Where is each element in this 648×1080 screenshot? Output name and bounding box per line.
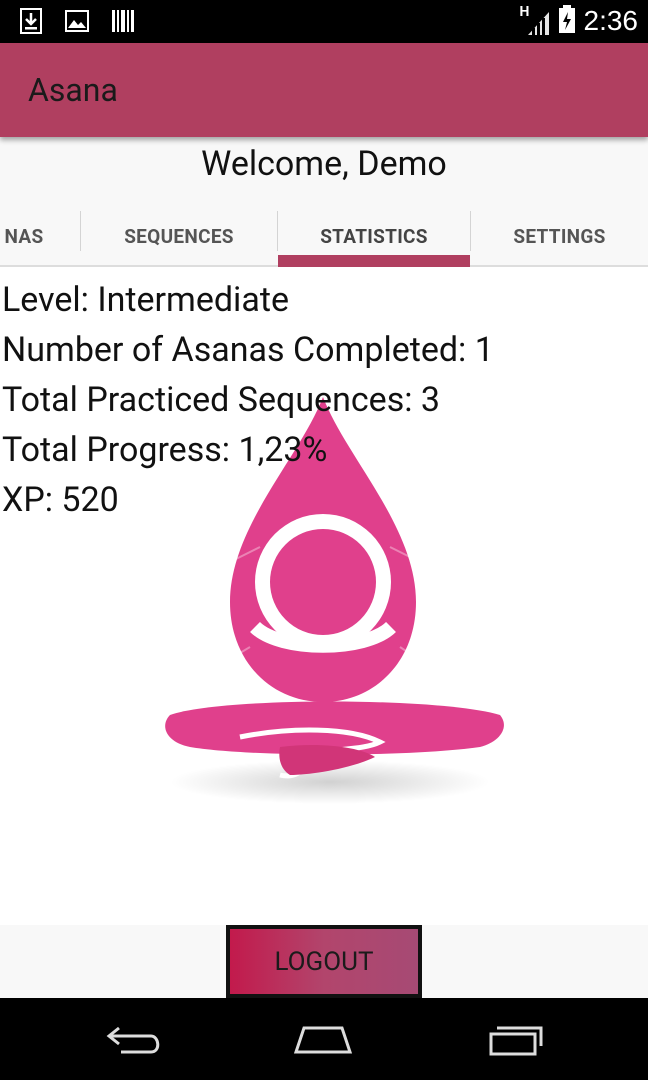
download-icon: [18, 8, 44, 34]
tab-bar: NAS SEQUENCES STATISTICS SETTINGS: [0, 205, 648, 267]
level-text: Level: Intermediate: [2, 280, 289, 320]
recent-apps-icon[interactable]: [480, 1018, 550, 1060]
tab-label: SEQUENCES: [124, 224, 234, 248]
logout-button[interactable]: LOGOUT: [226, 925, 422, 998]
notification-icons: [18, 8, 136, 34]
status-bar: H 2:36: [0, 0, 648, 43]
tab-settings[interactable]: SETTINGS: [471, 205, 648, 267]
barcode-icon: [110, 8, 136, 34]
signal-icon: H: [520, 4, 550, 36]
total-progress-text: Total Progress: 1,23%: [2, 430, 328, 470]
welcome-text: Welcome, Demo: [0, 137, 648, 207]
main-content: Welcome, Demo NAS SEQUENCES STATISTICS S…: [0, 137, 648, 998]
xp-text: XP: 520: [2, 480, 119, 520]
tab-asanas[interactable]: NAS: [0, 205, 54, 267]
logout-label: LOGOUT: [274, 946, 374, 977]
statistics-panel: Level: Intermediate Number of Asanas Com…: [0, 275, 648, 525]
home-icon[interactable]: [288, 1018, 358, 1060]
asanas-completed-text: Number of Asanas Completed: 1: [2, 330, 494, 370]
navigation-bar: [0, 998, 648, 1080]
tab-label: NAS: [4, 224, 44, 248]
practiced-sequences-text: Total Practiced Sequences: 3: [2, 380, 441, 420]
app-bar: Asana: [0, 43, 648, 137]
image-icon: [64, 8, 90, 34]
tab-label: SETTINGS: [513, 224, 606, 248]
clock: 2:36: [583, 5, 639, 36]
back-icon[interactable]: [100, 1018, 170, 1060]
tab-label: STATISTICS: [320, 224, 428, 248]
tab-sequences[interactable]: SEQUENCES: [81, 205, 277, 267]
battery-icon: [558, 4, 576, 38]
logout-bar: LOGOUT: [0, 925, 648, 998]
app-title: Asana: [28, 71, 118, 109]
selected-tab-indicator: [278, 255, 470, 267]
